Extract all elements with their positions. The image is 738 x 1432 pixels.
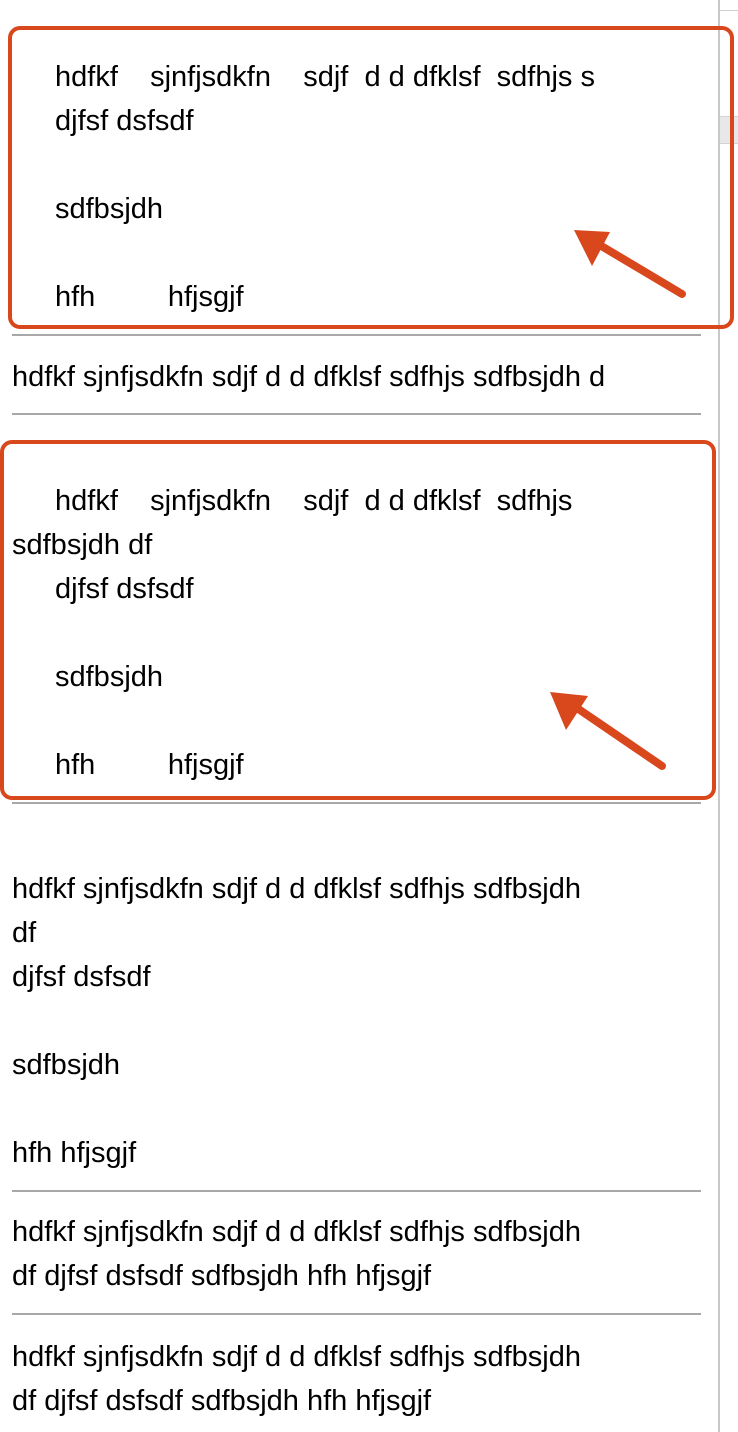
block5-line2: df djfsf dsfsdf sdfbsjdh hfh hfjsgjf [12,1260,432,1292]
panel-edge-tick [720,10,738,11]
block5-line1: hdfkf sjnfjsdkfn sdjf d d dfklsf sdfhjs … [12,1216,581,1248]
divider [12,334,701,336]
block4-line1: hdfkf sjnfjsdkfn sdjf d d dfklsf sdfhjs … [12,873,581,905]
block6-line1: hdfkf sjnfjsdkfn sdjf d d dfklsf sdfhjs … [12,1341,581,1373]
divider [12,802,701,804]
block3-line1: hdfkf sjnfjsdkfn sdjf d d dfklsf sdfhjs [55,485,573,517]
block4-line5: hfh hfjsgjf [12,1137,137,1169]
block6-line2: df djfsf dsfsdf sdfbsjdh hfh hfjsgjf [12,1385,432,1417]
block1-line1: hdfkf sjnfjsdkfn sdjf d d dfklsf sdfhjs … [55,61,595,93]
block4-line3: djfsf dsfsdf [12,961,151,993]
divider [12,413,701,415]
block3-line4: sdfbsjdh [55,661,164,693]
block3-line5: hfh hfjsgjf [55,749,244,781]
arrow-icon [574,230,686,298]
block3-line3: djfsf dsfsdf [55,573,194,605]
block4-line4: sdfbsjdh [12,1049,121,1081]
block1-line3: sdfbsjdh [55,193,164,225]
divider [12,1190,701,1192]
block1-line2: djfsf dsfsdf [55,105,194,137]
block4-line2: df [12,917,37,949]
block3-line2: sdfbsjdh df [12,529,153,561]
divider [12,1313,701,1315]
block2-line1: hdfkf sjnfjsdkfn sdjf d d dfklsf sdfhjs … [12,361,606,393]
block1-line4: hfh hfjsgjf [55,281,244,313]
arrow-icon [550,692,666,770]
